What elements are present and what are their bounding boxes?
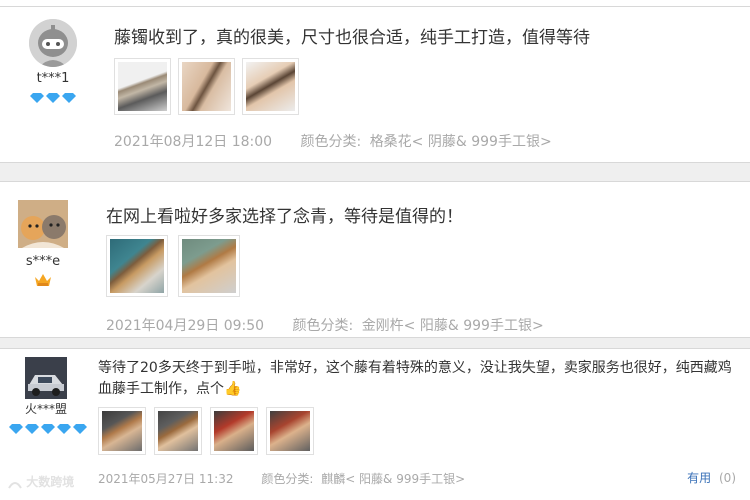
- diamond-badge-icon: [9, 424, 23, 434]
- review-text: 等待了20多天终于到手啦，非常好，这个藤有着特殊的意义，没让我失望，卖家服务也很…: [98, 360, 732, 397]
- user-level-badges: [18, 88, 88, 107]
- watermark-logo-icon: [8, 481, 22, 489]
- diamond-badge-icon: [46, 93, 60, 103]
- review-item: t***1 藤镯收到了，真的很美，尺寸也很合适，纯手工打造，值得等待 2021年…: [0, 7, 750, 162]
- review-photo[interactable]: [266, 407, 314, 455]
- review-date: 2021年04月29日 09:50: [106, 318, 265, 334]
- diamond-badge-icon: [62, 93, 76, 103]
- review-divider: [0, 162, 750, 182]
- review-item: s***e 在网上看啦好多家选择了念青，等待是值得的！ 2021年04月29日 …: [0, 182, 750, 337]
- review-photos: [98, 407, 314, 455]
- avatar: [25, 357, 67, 399]
- diamond-badge-icon: [41, 424, 55, 434]
- review-text: 藤镯收到了，真的很美，尺寸也很合适，纯手工打造，值得等待: [114, 28, 590, 48]
- review-photo[interactable]: [98, 407, 146, 455]
- review-divider: [0, 337, 750, 349]
- user-info: t***1: [18, 19, 88, 107]
- review-meta: 2021年08月12日 18:00 颜色分类: 格桑花< 阴藤& 999手工银>: [114, 131, 552, 151]
- diamond-badge-icon: [30, 93, 44, 103]
- color-value: 麒麟< 阳藤& 999手工银>: [321, 472, 466, 486]
- diamond-badge-icon: [57, 424, 71, 434]
- color-value: 金刚杵< 阳藤& 999手工银>: [361, 318, 544, 334]
- review-photo[interactable]: [210, 407, 258, 455]
- user-level-badges: [8, 272, 78, 291]
- watermark: 大数跨境: [8, 473, 74, 490]
- review-photo[interactable]: [242, 58, 299, 115]
- useful-count: (0): [719, 471, 736, 485]
- user-level-badges: [8, 419, 87, 438]
- color-label: 颜色分类:: [292, 318, 354, 334]
- user-info: 火***盟: [8, 357, 87, 438]
- review-text: 在网上看啦好多家选择了念青，等待是值得的！: [106, 207, 463, 227]
- review-photos: [106, 235, 240, 297]
- review-date: 2021年08月12日 18:00: [114, 134, 273, 150]
- review-photos: [114, 58, 299, 115]
- color-value: 格桑花< 阴藤& 999手工银>: [369, 134, 552, 150]
- username: t***1: [36, 71, 70, 86]
- review-photo[interactable]: [178, 58, 235, 115]
- username: s***e: [25, 254, 61, 269]
- review-meta: 2021年04月29日 09:50 颜色分类: 金刚杵< 阳藤& 999手工银>: [106, 315, 544, 335]
- useful-button[interactable]: 有用 (0): [687, 469, 736, 486]
- car-avatar-icon: [25, 357, 67, 399]
- useful-label[interactable]: 有用: [687, 471, 711, 485]
- crown-badge-icon: [35, 274, 51, 286]
- color-label: 颜色分类:: [261, 472, 314, 486]
- watermark-text: 大数跨境: [26, 475, 75, 489]
- review-photo[interactable]: [114, 58, 171, 115]
- review-photo[interactable]: [154, 407, 202, 455]
- user-info: s***e: [8, 200, 78, 291]
- avatar: [29, 19, 77, 67]
- review-item: 火***盟 等待了20多天终于到手啦，非常好，这个藤有着特殊的意义，没让我失望，…: [0, 349, 750, 500]
- avatar: [18, 200, 68, 248]
- review-photo[interactable]: [106, 235, 168, 297]
- username: 火***盟: [24, 402, 67, 416]
- review-date: 2021年05月27日 11:32: [98, 472, 234, 486]
- review-meta: 2021年05月27日 11:32 颜色分类: 麒麟< 阳藤& 999手工银>: [98, 470, 465, 487]
- diamond-badge-icon: [73, 424, 87, 434]
- review-photo[interactable]: [178, 235, 240, 297]
- color-label: 颜色分类:: [300, 134, 362, 150]
- cat-avatar-icon: [18, 200, 68, 248]
- robot-avatar-icon: [29, 19, 77, 67]
- diamond-badge-icon: [25, 424, 39, 434]
